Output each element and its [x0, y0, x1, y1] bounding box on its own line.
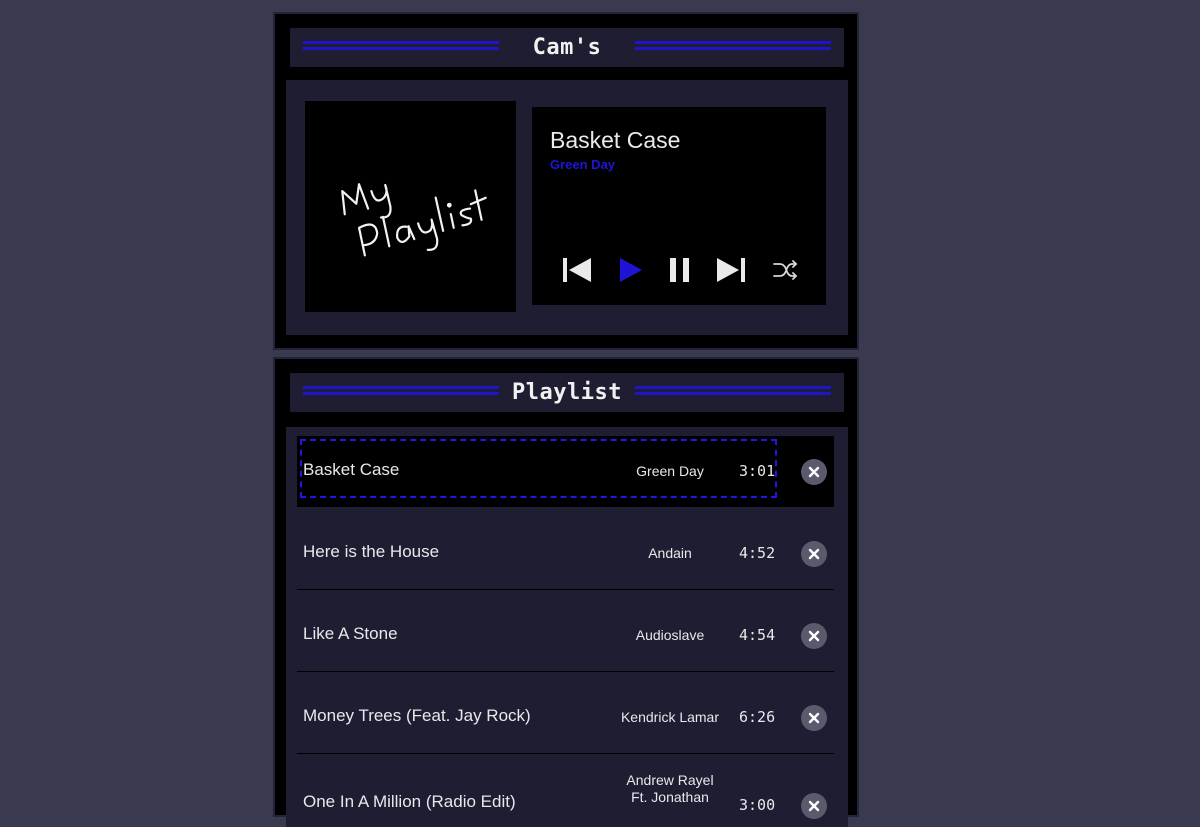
track-duration: 6:26 [739, 708, 776, 726]
player-header: Cam's [290, 28, 844, 67]
playlist-panel: Playlist Basket Case Green Day 3:01 Here… [273, 357, 859, 827]
track-artist: Andrew Rayel Ft. Jonathan [610, 772, 730, 806]
remove-track-button[interactable] [801, 705, 827, 731]
player-title: Cam's [532, 35, 602, 60]
track-duration: 4:54 [739, 626, 776, 644]
header-decoration-line [635, 41, 831, 50]
track-title: Like A Stone [303, 624, 398, 643]
playlist-body: Basket Case Green Day 3:01 Here is the H… [286, 427, 848, 827]
track-title: Here is the House [303, 542, 440, 561]
track-row[interactable]: Like A Stone Audioslave 4:54 [297, 600, 834, 672]
header-decoration-line [635, 386, 831, 395]
playback-controls [560, 255, 810, 285]
playlist-header: Playlist [290, 373, 844, 412]
track-row[interactable]: Here is the House Andain 4:52 [297, 518, 834, 590]
shuffle-icon[interactable] [772, 255, 798, 285]
close-icon [808, 712, 820, 724]
pause-icon[interactable] [667, 255, 693, 285]
track-artist-line: Andrew Rayel [626, 772, 714, 788]
play-icon[interactable] [618, 255, 644, 285]
now-playing-artist: Green Day [550, 157, 616, 172]
album-art-handwriting [341, 183, 487, 257]
playlist-title: Playlist [512, 380, 622, 405]
player-panel: Cam's Basket Case Green Day [273, 12, 859, 350]
close-icon [808, 466, 820, 478]
now-playing-card: Basket Case Green Day [532, 107, 826, 305]
close-icon [808, 800, 820, 812]
track-artist: Audioslave [635, 627, 705, 643]
track-duration: 4:52 [739, 544, 776, 562]
track-artist-line: Ft. Jonathan [631, 789, 709, 805]
remove-track-button[interactable] [801, 793, 827, 819]
track-title: Money Trees (Feat. Jay Rock) [303, 706, 531, 725]
track-artist: Green Day [636, 463, 704, 479]
player-body: Basket Case Green Day [286, 80, 848, 335]
track-row[interactable]: Money Trees (Feat. Jay Rock) Kendrick La… [297, 682, 834, 754]
track-title: One In A Million (Radio Edit) [303, 792, 516, 811]
remove-track-button[interactable] [801, 459, 827, 485]
skip-previous-icon[interactable] [560, 255, 594, 285]
track-duration: 3:00 [739, 796, 776, 814]
header-decoration-line [303, 41, 499, 50]
track-artist: Kendrick Lamar [620, 709, 720, 725]
close-icon [808, 630, 820, 642]
track-artist: Andain [648, 545, 692, 561]
track-row-active[interactable]: Basket Case Green Day 3:01 [297, 436, 834, 507]
now-playing-title: Basket Case [550, 127, 681, 153]
remove-track-button[interactable] [801, 541, 827, 567]
close-icon [808, 548, 820, 560]
header-decoration-line [303, 386, 499, 395]
skip-next-icon[interactable] [714, 255, 748, 285]
remove-track-button[interactable] [801, 623, 827, 649]
track-duration: 3:01 [739, 462, 776, 480]
album-art [305, 101, 516, 312]
track-row[interactable]: One In A Million (Radio Edit) Andrew Ray… [297, 764, 834, 827]
track-title: Basket Case [303, 460, 400, 479]
